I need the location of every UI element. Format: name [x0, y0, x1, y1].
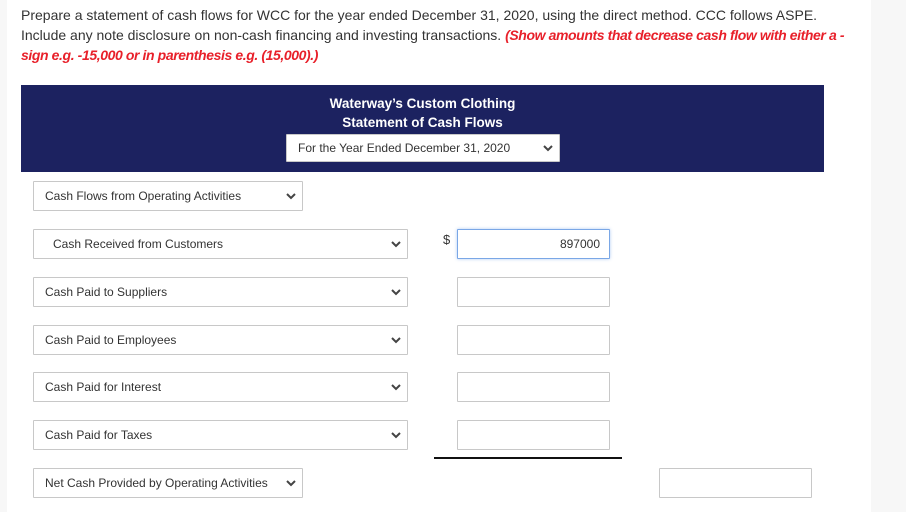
chevron-down-icon — [391, 278, 401, 306]
section-heading-value: Cash Flows from Operating Activities — [45, 189, 242, 203]
total-amount-input[interactable] — [659, 468, 812, 498]
chevron-down-icon — [286, 182, 296, 210]
line-item-select-5[interactable]: Cash Paid for Taxes — [33, 420, 408, 450]
amount-input-2[interactable] — [457, 277, 610, 307]
chevron-down-icon — [391, 373, 401, 401]
amount-input-5[interactable] — [457, 420, 610, 450]
question-instructions: Prepare a statement of cash flows for WC… — [21, 5, 861, 65]
company-name: Waterway’s Custom Clothing — [329, 96, 516, 111]
total-label-select[interactable]: Net Cash Provided by Operating Activitie… — [33, 468, 303, 498]
amount-input-4[interactable] — [457, 372, 610, 402]
period-select-value: For the Year Ended December 31, 2020 — [298, 141, 511, 155]
left-gutter — [0, 0, 7, 512]
subtotal-underline — [434, 457, 622, 459]
line-item-select-4[interactable]: Cash Paid for Interest — [33, 372, 408, 402]
currency-symbol: $ — [443, 232, 451, 247]
line-item-label: Cash Paid to Suppliers — [45, 285, 168, 299]
line-item-label: Cash Paid to Employees — [45, 333, 177, 347]
chevron-down-icon — [391, 421, 401, 449]
chevron-down-icon — [286, 469, 296, 497]
line-item-label: Cash Received from Customers — [53, 237, 224, 251]
chevron-down-icon — [543, 135, 553, 161]
line-item-label: Cash Paid for Taxes — [45, 428, 153, 442]
period-select[interactable]: For the Year Ended December 31, 2020 — [286, 134, 560, 162]
total-label: Net Cash Provided by Operating Activitie… — [45, 476, 268, 490]
line-item-select-2[interactable]: Cash Paid to Suppliers — [33, 277, 408, 307]
statement-title: Statement of Cash Flows — [342, 115, 503, 130]
right-side-panel — [871, 0, 906, 512]
chevron-down-icon — [391, 230, 401, 258]
line-item-select-3[interactable]: Cash Paid to Employees — [33, 325, 408, 355]
line-item-label: Cash Paid for Interest — [45, 380, 162, 394]
amount-input-3[interactable] — [457, 325, 610, 355]
line-item-select-1[interactable]: Cash Received from Customers — [33, 229, 408, 259]
amount-input-1[interactable]: 897000 — [457, 229, 610, 259]
section-heading-select[interactable]: Cash Flows from Operating Activities — [33, 181, 303, 211]
chevron-down-icon — [391, 326, 401, 354]
